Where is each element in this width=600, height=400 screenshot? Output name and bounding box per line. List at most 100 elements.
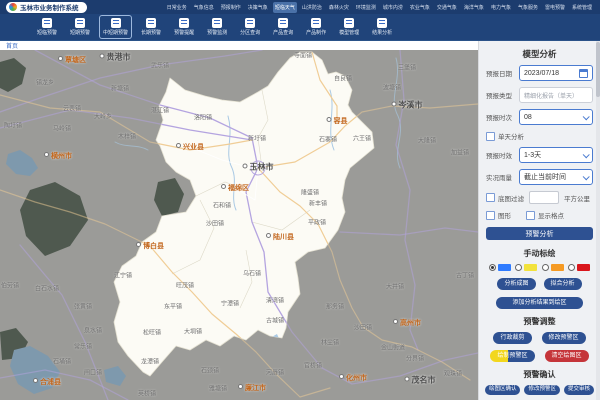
show-grid-checkbox[interactable] bbox=[526, 211, 535, 220]
manual-plot-button[interactable]: 分析成图 bbox=[497, 278, 535, 290]
app-title: 玉林市业务制作系统 bbox=[20, 2, 79, 12]
map-label: 观珠镇 bbox=[444, 369, 462, 378]
map-label: 寺面镇 bbox=[294, 51, 312, 60]
warning-analysis-button[interactable]: 预警分析 bbox=[486, 227, 593, 240]
single-day-checkbox[interactable] bbox=[486, 132, 495, 141]
document-icon bbox=[311, 18, 321, 28]
sub-tab[interactable]: 产品制作 bbox=[303, 16, 329, 38]
sub-tab[interactable]: 结果分析 bbox=[369, 16, 395, 38]
graphic-checkbox[interactable] bbox=[486, 211, 495, 220]
single-day-row: 单天分析 bbox=[486, 131, 593, 141]
map-label: 江宁镇 bbox=[114, 271, 132, 280]
top-nav-item[interactable]: 预报制作 bbox=[219, 2, 243, 13]
top-nav-item[interactable]: 气象服务 bbox=[516, 2, 540, 13]
top-nav-item[interactable]: 山洪防治 bbox=[300, 2, 324, 13]
color-radio[interactable] bbox=[515, 264, 537, 271]
top-nav-item[interactable]: 森林火灾 bbox=[327, 2, 351, 13]
map-label: 大岭乡 bbox=[94, 112, 112, 121]
document-icon bbox=[278, 18, 288, 28]
map-label: 六王镇 bbox=[353, 134, 371, 143]
live-rain-row: 实况雨量 截止当前时间 bbox=[486, 169, 593, 185]
warning-adjust-button[interactable]: 清空绘图区 bbox=[545, 350, 589, 362]
top-nav-item[interactable]: 系统管理 bbox=[570, 2, 594, 13]
document-icon bbox=[179, 18, 189, 28]
forecast-validity-row: 预报时效 1-3天 bbox=[486, 147, 593, 163]
warning-adjust-button[interactable]: 绘制预警区 bbox=[490, 350, 534, 362]
warning-confirm-button[interactable]: 修改预警区 bbox=[524, 385, 560, 395]
sub-tab[interactable]: 预警监测 bbox=[204, 16, 230, 38]
warning-adjust-button[interactable]: 行政裁剪 bbox=[493, 332, 531, 344]
chevron-down-icon bbox=[583, 113, 590, 120]
color-radio[interactable] bbox=[568, 264, 590, 271]
manual-plot-button[interactable]: 拟合分析 bbox=[544, 278, 582, 290]
top-nav-item[interactable]: 环境监测 bbox=[354, 2, 378, 13]
document-icon bbox=[212, 18, 222, 28]
sub-tab[interactable]: 预警提醒 bbox=[171, 16, 197, 38]
map-canvas[interactable]: 贵港市 玉林市 岑溪市 茂名市 覃塘区 横州市 兴业县 容县 福绵区 陆川县 博… bbox=[0, 50, 478, 400]
map-label: 松旺镇 bbox=[143, 328, 161, 337]
top-bar: 玉林市业务制作系统 日常业务 气象信息 预报制作 决策气象 短临天气 山洪防治 … bbox=[0, 0, 600, 14]
sub-tab[interactable]: 短期预警 bbox=[67, 16, 93, 38]
panel-scrollbar[interactable] bbox=[596, 40, 600, 400]
color-radio[interactable] bbox=[542, 264, 564, 271]
breadcrumb[interactable]: 首页 bbox=[6, 41, 18, 50]
top-nav-item[interactable]: 农业气象 bbox=[408, 2, 432, 13]
top-nav-item[interactable]: 决策气象 bbox=[246, 2, 270, 13]
sub-tab[interactable]: 中短期预警 bbox=[100, 16, 131, 38]
map-label: 新丰镇 bbox=[309, 199, 327, 208]
add-analysis-result-button[interactable]: 添加分析结果到绘区 bbox=[496, 297, 582, 309]
live-rain-select[interactable]: 截止当前时间 bbox=[519, 169, 593, 185]
forecast-validity-select[interactable]: 1-3天 bbox=[519, 147, 593, 163]
forecast-date-value: 2023/07/18 bbox=[524, 70, 559, 77]
map-label: 洛阳镇 bbox=[194, 113, 212, 122]
sub-tab-label: 长期预警 bbox=[141, 29, 161, 36]
map-label: 云表镇 bbox=[63, 104, 81, 113]
forecast-type-input[interactable]: 精细化报告（单天） bbox=[519, 87, 593, 103]
map-label: 岑溪市 bbox=[392, 100, 423, 111]
sub-tab[interactable]: 长期预警 bbox=[138, 16, 164, 38]
top-nav-item[interactable]: 雷电预警 bbox=[543, 2, 567, 13]
forecast-time-select[interactable]: 08 bbox=[519, 109, 593, 125]
color-radio[interactable] bbox=[489, 264, 511, 271]
warning-adjust-buttons: 行政裁剪 修改预警区 绘制预警区 清空绘图区 bbox=[483, 332, 596, 362]
map-label: 沙田镇 bbox=[206, 219, 224, 228]
warning-confirm-button[interactable]: 绘图区确认 bbox=[485, 385, 521, 395]
chevron-down-icon bbox=[583, 173, 590, 180]
forecast-time-label: 预报时次 bbox=[486, 112, 519, 122]
map-label: 龙潭镇 bbox=[141, 357, 159, 366]
forecast-date-input[interactable]: 2023/07/18 bbox=[519, 65, 593, 81]
show-grid-label: 显示格点 bbox=[538, 210, 564, 220]
map-label: 高州市 bbox=[393, 318, 421, 328]
map-label: 波塘镇 bbox=[383, 83, 401, 92]
top-nav-item[interactable]: 交通气象 bbox=[435, 2, 459, 13]
warning-confirm-title: 预警确认 bbox=[479, 369, 600, 380]
map-label: 福绵区 bbox=[221, 183, 249, 193]
area-unit-label: 平方公里 bbox=[564, 193, 590, 203]
warning-adjust-button[interactable]: 修改预警区 bbox=[542, 332, 586, 344]
warning-confirm-button[interactable]: 提交审核 bbox=[564, 385, 594, 395]
area-threshold-input[interactable] bbox=[529, 191, 559, 204]
sub-tab[interactable]: 产品查询 bbox=[270, 16, 296, 38]
scrollbar-thumb[interactable] bbox=[596, 42, 600, 97]
top-nav-item[interactable]: 电力气象 bbox=[489, 2, 513, 13]
map-label: 新圩镇 bbox=[248, 134, 266, 143]
sub-tab[interactable]: 分区查询 bbox=[237, 16, 263, 38]
sub-tab[interactable]: 短临预警 bbox=[34, 16, 60, 38]
map-label: 合浦县 bbox=[33, 377, 61, 387]
basemap-filter-checkbox[interactable] bbox=[486, 193, 495, 202]
top-nav-item[interactable]: 日常业务 bbox=[165, 2, 189, 13]
map-label: 英桥镇 bbox=[138, 389, 156, 398]
map-label: 加益镇 bbox=[451, 148, 469, 157]
top-nav-item[interactable]: 气象信息 bbox=[192, 2, 216, 13]
sub-tab[interactable]: 模型管理 bbox=[336, 16, 362, 38]
map-label: 武乐镇 bbox=[151, 61, 169, 70]
top-nav-item[interactable]: 海洋气象 bbox=[462, 2, 486, 13]
map-label: 石颈镇 bbox=[201, 366, 219, 375]
calendar-icon bbox=[579, 69, 588, 78]
map-label: 金山街道 bbox=[381, 343, 405, 352]
top-nav-item[interactable]: 短临天气 bbox=[273, 2, 297, 13]
map-label: 白石水镇 bbox=[35, 284, 59, 293]
top-nav-item[interactable]: 城市内涝 bbox=[381, 2, 405, 13]
map-label: 三堡镇 bbox=[398, 63, 416, 72]
map-label: 陶圩镇 bbox=[4, 121, 22, 130]
